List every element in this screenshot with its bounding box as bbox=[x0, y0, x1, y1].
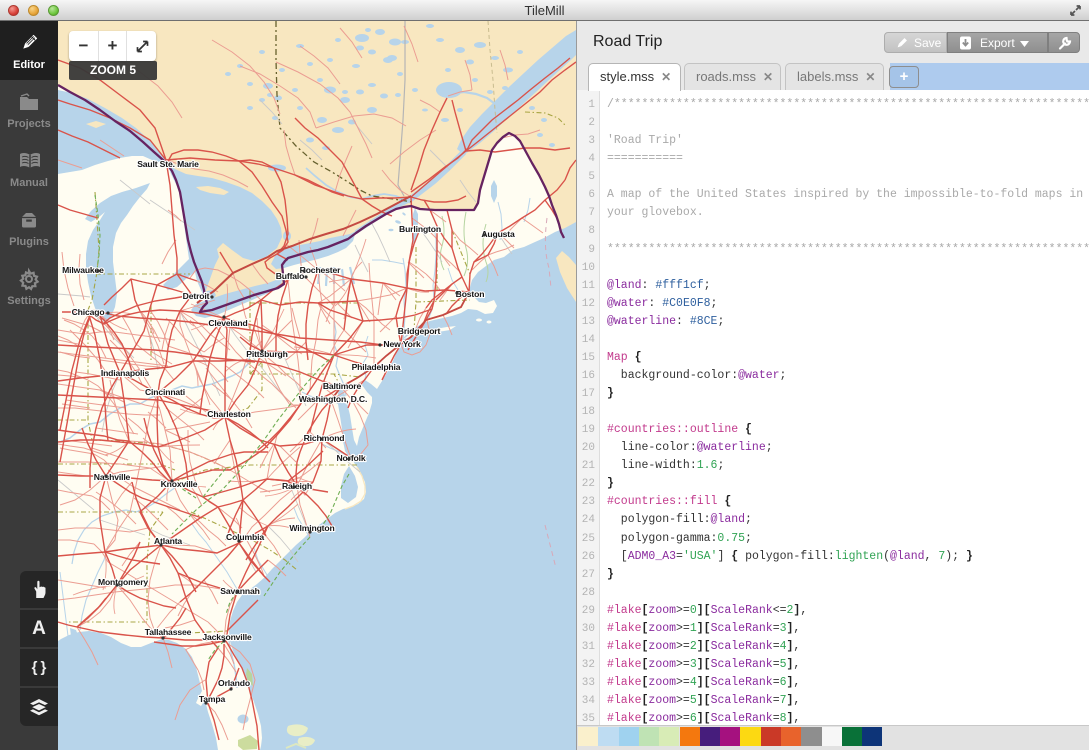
svg-text:Boston: Boston bbox=[456, 289, 485, 299]
svg-text:Cleveland: Cleveland bbox=[208, 318, 247, 328]
svg-text:Atlanta: Atlanta bbox=[154, 536, 182, 546]
svg-text:Tallahassee: Tallahassee bbox=[145, 627, 192, 637]
svg-text:Philadelphia: Philadelphia bbox=[352, 362, 401, 372]
svg-text:Norfolk: Norfolk bbox=[336, 453, 365, 463]
svg-text:Savannah: Savannah bbox=[220, 586, 259, 596]
svg-text:Indianapolis: Indianapolis bbox=[101, 368, 150, 378]
svg-text:Cincinnati: Cincinnati bbox=[145, 387, 185, 397]
svg-text:Columbia: Columbia bbox=[226, 532, 264, 542]
svg-text:New York: New York bbox=[383, 339, 421, 349]
svg-text:Nashville: Nashville bbox=[94, 472, 131, 482]
svg-text:Charleston: Charleston bbox=[207, 409, 250, 419]
svg-text:Knoxville: Knoxville bbox=[161, 479, 198, 489]
svg-text:Burlington: Burlington bbox=[399, 224, 441, 234]
svg-text:Montgomery: Montgomery bbox=[98, 577, 148, 587]
svg-text:Baltimore: Baltimore bbox=[323, 381, 362, 391]
svg-text:Washington, D.C.: Washington, D.C. bbox=[299, 394, 367, 404]
svg-text:Sault Ste. Marie: Sault Ste. Marie bbox=[137, 159, 199, 169]
svg-text:Pittsburgh: Pittsburgh bbox=[246, 349, 287, 359]
svg-text:Chicago: Chicago bbox=[72, 307, 105, 317]
svg-text:Bridgeport: Bridgeport bbox=[398, 326, 441, 336]
svg-text:Richmond: Richmond bbox=[304, 433, 345, 443]
svg-text:Tampa: Tampa bbox=[199, 694, 226, 704]
svg-text:Orlando: Orlando bbox=[218, 678, 250, 688]
svg-text:Jacksonville: Jacksonville bbox=[202, 632, 252, 642]
svg-text:Rochester: Rochester bbox=[300, 265, 341, 275]
svg-text:Wilmington: Wilmington bbox=[289, 523, 334, 533]
svg-text:Augusta: Augusta bbox=[481, 229, 515, 239]
svg-text:Raleigh: Raleigh bbox=[282, 481, 312, 491]
svg-text:Detroit: Detroit bbox=[183, 291, 210, 301]
